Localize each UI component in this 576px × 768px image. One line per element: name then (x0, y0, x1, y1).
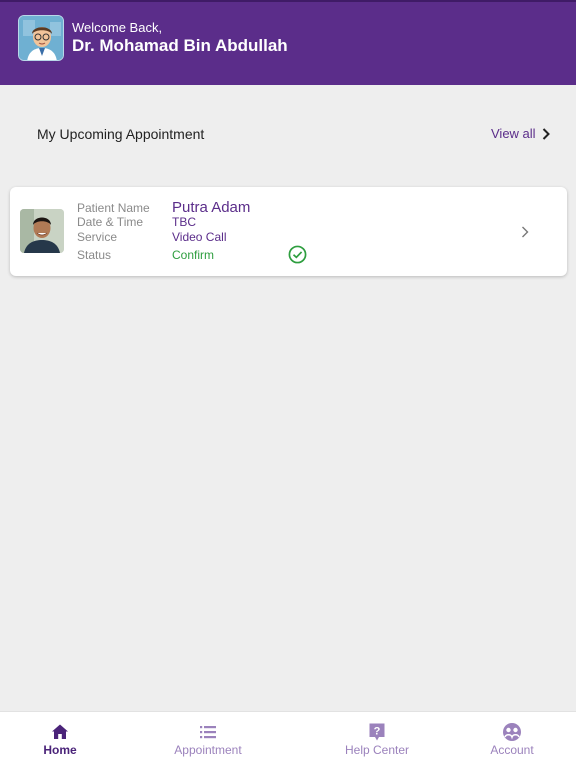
patient-name-value: Putra Adam (172, 199, 251, 216)
upcoming-appointment-title: My Upcoming Appointment (37, 126, 205, 142)
doctor-name: Dr. Mohamad Bin Abdullah (72, 36, 288, 55)
home-icon (52, 724, 68, 739)
account-icon (503, 723, 521, 741)
chevron-right-icon (542, 127, 550, 140)
check-circle-icon (288, 245, 307, 264)
service-value: Video Call (172, 230, 227, 244)
nav-appointment-label: Appointment (174, 743, 242, 757)
datetime-label: Date & Time (77, 215, 144, 229)
datetime-value: TBC (172, 215, 196, 229)
nav-account[interactable]: Account (482, 712, 542, 768)
service-label: Service (77, 230, 118, 244)
svg-text:?: ? (374, 726, 381, 738)
status-value: Confirm (172, 248, 215, 262)
chevron-right-icon[interactable] (520, 225, 530, 239)
app-header: Welcome Back, Dr. Mohamad Bin Abdullah (0, 0, 576, 85)
nav-home[interactable]: Home (30, 712, 90, 768)
appointment-card[interactable]: Patient Name Putra Adam Date & Time TBC … (10, 187, 567, 276)
nav-home-label: Home (43, 743, 77, 757)
nav-help-center[interactable]: ? Help Center (336, 712, 418, 768)
view-all-link[interactable]: View all (491, 126, 550, 141)
help-icon: ? (369, 723, 385, 741)
doctor-avatar-icon[interactable] (18, 15, 64, 61)
view-all-label: View all (491, 126, 536, 141)
list-icon (200, 726, 216, 739)
bottom-navigation: Home Appointment ? Help Center Account (0, 711, 576, 768)
status-label: Status (77, 248, 112, 262)
nav-appointment[interactable]: Appointment (163, 712, 253, 768)
welcome-text: Welcome Back, (72, 20, 163, 35)
nav-help-center-label: Help Center (344, 743, 410, 757)
header-top-border (0, 0, 576, 2)
patient-name-label: Patient Name (77, 201, 150, 215)
nav-account-label: Account (490, 743, 534, 757)
patient-avatar (20, 209, 64, 253)
